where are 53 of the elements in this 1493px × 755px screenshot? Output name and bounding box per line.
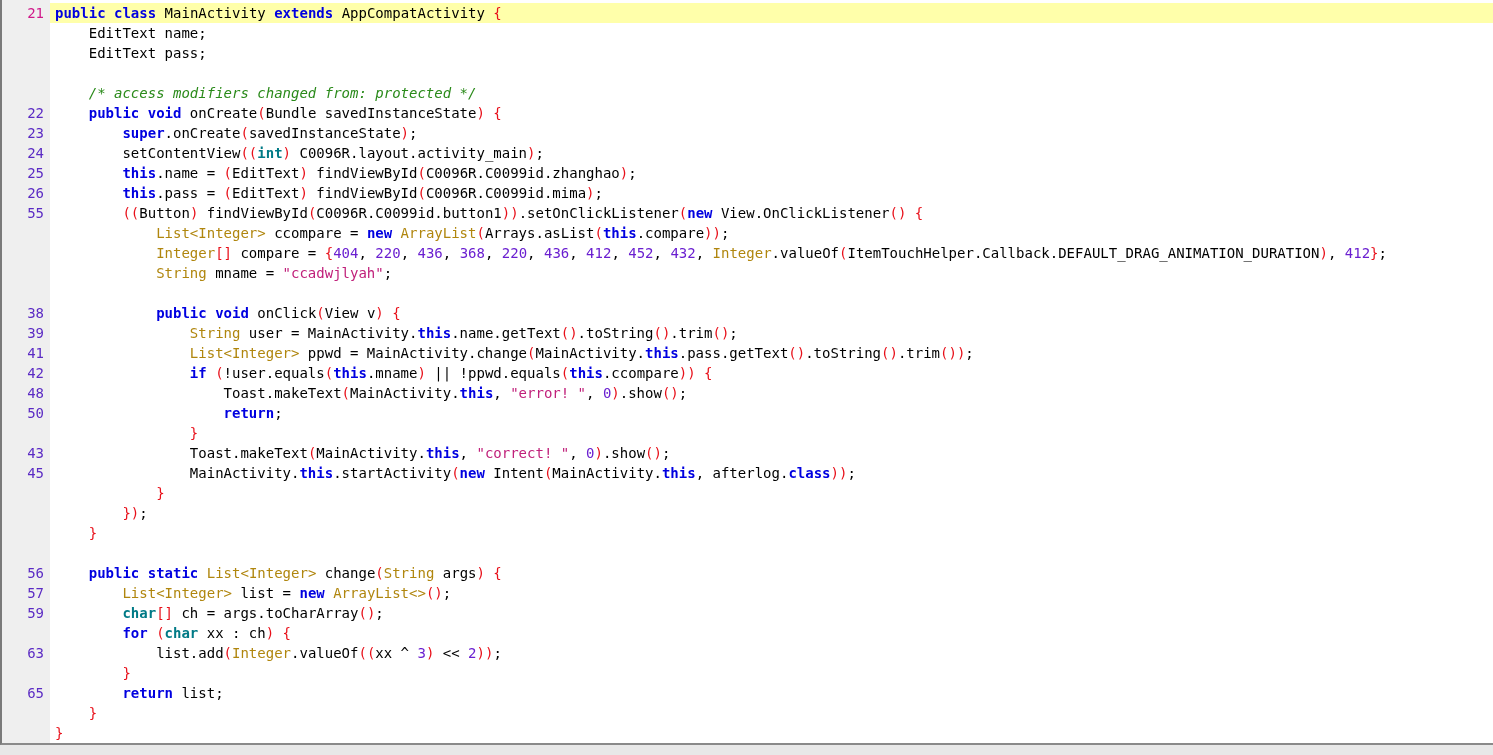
- code-line: }: [54, 724, 65, 743]
- code-line: super.onCreate(savedInstanceState);: [121, 124, 419, 143]
- code-line: MainActivity.this.startActivity(new Intent(MainActivity.this, afterlog.class));: [188, 464, 857, 483]
- code-line: }: [188, 424, 200, 443]
- line-number: 56: [26, 564, 45, 583]
- code-line: EditText pass;: [87, 44, 208, 63]
- line-number: 23: [26, 124, 45, 143]
- code-line: }: [121, 664, 132, 683]
- code-line: if (!user.equals(this.mname) || !ppwd.equals(this.ccompare)) {: [188, 364, 714, 383]
- code-line: public void onClick(View v) {: [155, 304, 402, 323]
- code-line: /* access modifiers changed from: protected */: [87, 84, 478, 103]
- code-line: Toast.makeText(MainActivity.this, "error! ", 0).show();: [222, 384, 689, 403]
- code-line: });: [121, 504, 149, 523]
- line-number: 43: [26, 444, 45, 463]
- code-line: public void onCreate(Bundle savedInstanceState) {: [87, 104, 503, 123]
- line-number: 22: [26, 104, 45, 123]
- code-line: this.pass = (EditText) findViewById(C0096R.C0099id.mima);: [121, 184, 604, 203]
- code-line: list.add(Integer.valueOf((xx ^ 3) << 2));: [155, 644, 503, 663]
- code-line: String mname = "ccadwjlyah";: [155, 264, 394, 283]
- code-line: setContentView((int) C0096R.layout.activity_main);: [121, 144, 545, 163]
- code-line: List<Integer> ccompare = new ArrayList(Arrays.asList(this.compare));: [155, 224, 731, 243]
- code-line: return;: [222, 404, 284, 423]
- line-number: 63: [26, 644, 45, 663]
- line-number: 50: [26, 404, 45, 423]
- code-line: }: [87, 524, 99, 543]
- code-line: return list;: [121, 684, 225, 703]
- line-number: 42: [26, 364, 45, 383]
- code-line: List<Integer> list = new ArrayList<>();: [121, 584, 453, 603]
- code-line: this.name = (EditText) findViewById(C0096R.C0099id.zhanghao);: [121, 164, 638, 183]
- line-number: 59: [26, 604, 45, 623]
- line-number: 39: [26, 324, 45, 343]
- line-number: 38: [26, 304, 45, 323]
- code-line: char[] ch = args.toCharArray();: [121, 604, 385, 623]
- code-line: Toast.makeText(MainActivity.this, "correct! ", 0).show();: [188, 444, 672, 463]
- line-number: 65: [26, 684, 45, 703]
- code-line: ((Button) findViewById(C0096R.C0099id.button1)).setOnClickListener(new View.OnClickListener() {: [121, 204, 925, 223]
- code-line: EditText name;: [87, 24, 208, 43]
- line-number: 48: [26, 384, 45, 403]
- code-line: for (char xx : ch) {: [121, 624, 293, 643]
- code-line: List<Integer> ppwd = MainActivity.change(MainActivity.this.pass.getText().toString().trim());: [188, 344, 975, 363]
- code-line: public static List<Integer> change(String args) {: [87, 564, 503, 583]
- line-number: 25: [26, 164, 45, 183]
- line-number: 26: [26, 184, 45, 203]
- line-number: 55: [26, 204, 45, 223]
- line-number: 41: [26, 344, 45, 363]
- line-number: 24: [26, 144, 45, 163]
- code-line: Integer[] compare = {404, 220, 436, 368, 220, 436, 412, 452, 432, Integer.valueOf(ItemTouchHelper.Callback.DEFAULT_DRAG_ANIMATION_DURATION), 412};: [155, 244, 1388, 263]
- code-line: }: [87, 704, 99, 723]
- code-line: String user = MainActivity.this.name.getText().toString().trim();: [188, 324, 739, 343]
- code-line: }: [155, 484, 166, 503]
- line-number: 57: [26, 584, 45, 603]
- line-number: 45: [26, 464, 45, 483]
- line-number: 21: [26, 4, 45, 23]
